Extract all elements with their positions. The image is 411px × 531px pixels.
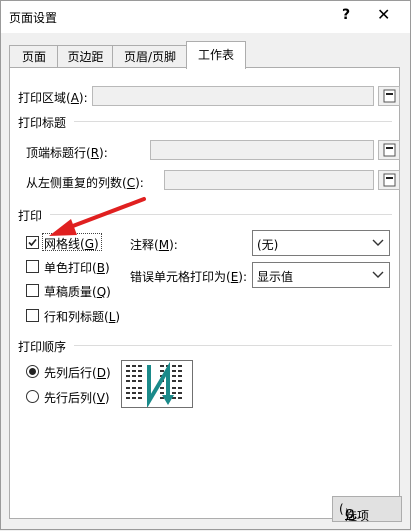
comments-select-value: (无): [257, 238, 279, 252]
group-divider: [74, 345, 392, 346]
rows-collapse-button[interactable]: [378, 140, 400, 160]
draft-quality-label[interactable]: 草稿质量(Q): [44, 283, 111, 300]
print-area-label: 打印区域(A):: [18, 91, 88, 105]
gridlines-checkbox[interactable]: [26, 236, 39, 249]
down-then-over-radio[interactable]: [26, 365, 39, 378]
black-and-white-checkbox[interactable]: [26, 260, 39, 273]
print-area-collapse-button[interactable]: [378, 86, 400, 106]
title-bar: 页面设置 ? ✕: [1, 1, 410, 33]
comments-select[interactable]: (无): [252, 230, 390, 256]
columns-collapse-button[interactable]: [378, 170, 400, 190]
rows-to-repeat-input[interactable]: [150, 140, 374, 160]
collapse-dialog-icon: [383, 173, 396, 187]
tab-page[interactable]: 页面: [9, 45, 59, 68]
page-order-diagram-icon: [126, 361, 182, 409]
sheet-panel: 打印区域(A): 打印标题 顶端标题行(R): 从左侧重复的列数(C): 打印 …: [9, 67, 402, 523]
collapse-dialog-icon: [383, 89, 396, 103]
dialog-title: 页面设置: [9, 11, 58, 25]
draft-quality-checkbox[interactable]: [26, 284, 39, 297]
cell-errors-dropdown-arrow[interactable]: [367, 263, 389, 287]
chevron-down-icon: [372, 271, 384, 278]
row-col-headings-label[interactable]: 行和列标题(L): [44, 308, 120, 325]
rows-to-repeat-label: 顶端标题行(R):: [26, 146, 108, 160]
cell-errors-select[interactable]: 显示值: [252, 262, 390, 288]
tab-header-footer[interactable]: 页眉/页脚: [112, 45, 188, 68]
group-divider: [74, 121, 392, 122]
print-area-input[interactable]: [92, 86, 374, 106]
tab-sheet[interactable]: 工作表: [186, 41, 246, 69]
page-setup-dialog: 页面设置 ? ✕ 页面 页边距 页眉/页脚 工作表 打印区域(A): 打印标题 …: [0, 0, 411, 530]
checkmark-icon: [28, 238, 37, 247]
row-col-headings-checkbox[interactable]: [26, 309, 39, 322]
over-then-down-radio[interactable]: [26, 390, 39, 403]
down-then-over-label[interactable]: 先列后行(D): [44, 364, 111, 381]
page-order-preview: [121, 360, 193, 409]
radio-dot: [29, 368, 36, 375]
collapse-dialog-icon: [383, 143, 396, 157]
print-titles-group-label: 打印标题: [18, 116, 67, 130]
chevron-down-icon: [372, 239, 384, 246]
cell-errors-select-value: 显示值: [257, 270, 294, 284]
gridlines-label[interactable]: 网格线(G): [44, 235, 99, 252]
comments-dropdown-arrow[interactable]: [367, 231, 389, 255]
help-button[interactable]: ?: [342, 7, 350, 23]
columns-to-repeat-label: 从左侧重复的列数(C):: [26, 176, 144, 190]
tab-margins[interactable]: 页边距: [57, 45, 114, 68]
cell-errors-label: 错误单元格打印为(E):: [130, 270, 248, 284]
comments-label: 注释(M):: [130, 238, 178, 252]
columns-to-repeat-input[interactable]: [164, 170, 374, 190]
print-group-label: 打印: [18, 209, 43, 223]
over-then-down-label[interactable]: 先行后列(V): [44, 389, 110, 406]
options-button[interactable]: 选项(O)...: [332, 496, 402, 523]
group-divider: [50, 214, 392, 215]
close-button[interactable]: ✕: [377, 5, 390, 24]
page-order-group-label: 打印顺序: [18, 340, 67, 354]
black-and-white-label[interactable]: 单色打印(B): [44, 259, 110, 276]
